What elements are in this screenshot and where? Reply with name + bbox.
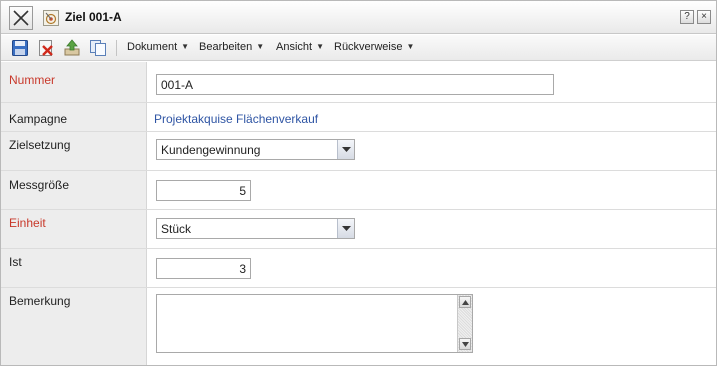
save-icon[interactable] [11, 39, 29, 57]
ist-input[interactable] [156, 258, 251, 279]
row-zielsetzung: Zielsetzung Kundengewinnung [1, 132, 716, 171]
zielsetzung-label: Zielsetzung [9, 138, 71, 152]
scroll-down-icon[interactable] [459, 338, 471, 350]
row-ist: Ist [1, 249, 716, 288]
window-title: Ziel 001-A [65, 10, 122, 24]
row-einheit: Einheit Stück [1, 210, 716, 249]
nummer-input[interactable] [156, 74, 554, 95]
chevron-down-icon: ▼ [406, 42, 415, 51]
menu-dokument[interactable]: Dokument ▼ [127, 41, 189, 53]
row-messgroesse: Messgröße [1, 171, 716, 210]
chevron-down-icon: ▼ [181, 42, 190, 51]
close-button[interactable]: × [697, 10, 711, 24]
value-cell: Stück [148, 210, 716, 248]
value-cell [148, 288, 716, 365]
copy-icon[interactable] [89, 39, 107, 57]
detail-form: Nummer Kampagne Projektakquise Flächenve… [1, 62, 716, 365]
einheit-select[interactable]: Stück [156, 218, 355, 239]
label-cell: Kampagne [1, 103, 147, 131]
label-cell: Ist [1, 249, 147, 287]
label-cell: Zielsetzung [1, 132, 147, 170]
chevron-down-icon: ▼ [316, 42, 324, 51]
form-window: Ziel 001-A ? × Dokument ▼ Bearbeiten ▼ A… [0, 0, 717, 366]
label-cell: Bemerkung [1, 288, 147, 365]
menu-label: Dokument [127, 41, 178, 53]
zielsetzung-selected-value: Kundengewinnung [161, 143, 261, 157]
help-button[interactable]: ? [680, 10, 694, 24]
close-window-icon[interactable] [9, 6, 33, 30]
menu-label: Ansicht [276, 41, 313, 53]
value-cell [148, 62, 716, 102]
value-cell [148, 171, 716, 209]
row-bemerkung: Bemerkung [1, 288, 716, 365]
bemerkung-textarea[interactable] [156, 294, 473, 353]
menu-label: Bearbeiten [199, 41, 253, 53]
value-cell: Projektakquise Flächenverkauf [148, 103, 716, 131]
kampagne-link[interactable]: Projektakquise Flächenverkauf [154, 112, 318, 126]
ist-label: Ist [9, 255, 22, 269]
nummer-label: Nummer [9, 73, 56, 87]
chevron-down-icon: ▼ [256, 42, 265, 51]
vertical-scrollbar[interactable] [457, 295, 472, 352]
zielsetzung-select[interactable]: Kundengewinnung [156, 139, 355, 160]
menu-ansicht[interactable]: Ansicht ▼ [276, 41, 324, 53]
label-cell: Messgröße [1, 171, 147, 209]
title-bar: Ziel 001-A ? × [1, 1, 716, 34]
delete-icon[interactable] [37, 39, 55, 57]
upload-icon[interactable] [63, 39, 81, 57]
label-cell: Nummer [1, 62, 147, 102]
messgroesse-input[interactable] [156, 180, 251, 201]
einheit-label: Einheit [9, 216, 46, 230]
label-cell: Einheit [1, 210, 147, 248]
bemerkung-label: Bemerkung [9, 294, 71, 308]
menu-label: Rückverweise [334, 41, 403, 53]
toolbar: Dokument ▼ Bearbeiten ▼ Ansicht ▼ Rückverwe… [1, 35, 716, 61]
menu-rueckverweise[interactable]: Rückverweise ▼ [334, 41, 414, 53]
chevron-down-icon[interactable] [337, 219, 354, 238]
scroll-up-icon[interactable] [459, 296, 471, 308]
value-cell [148, 249, 716, 287]
row-kampagne: Kampagne Projektakquise Flächenverkauf [1, 103, 716, 132]
target-goal-icon [43, 10, 59, 26]
row-nummer: Nummer [1, 62, 716, 103]
menu-bearbeiten[interactable]: Bearbeiten ▼ [199, 41, 264, 53]
toolbar-separator [116, 40, 117, 56]
einheit-selected-value: Stück [161, 222, 192, 236]
messgroesse-label: Messgröße [9, 178, 70, 192]
kampagne-label: Kampagne [9, 112, 68, 126]
value-cell: Kundengewinnung [148, 132, 716, 170]
chevron-down-icon[interactable] [337, 140, 354, 159]
